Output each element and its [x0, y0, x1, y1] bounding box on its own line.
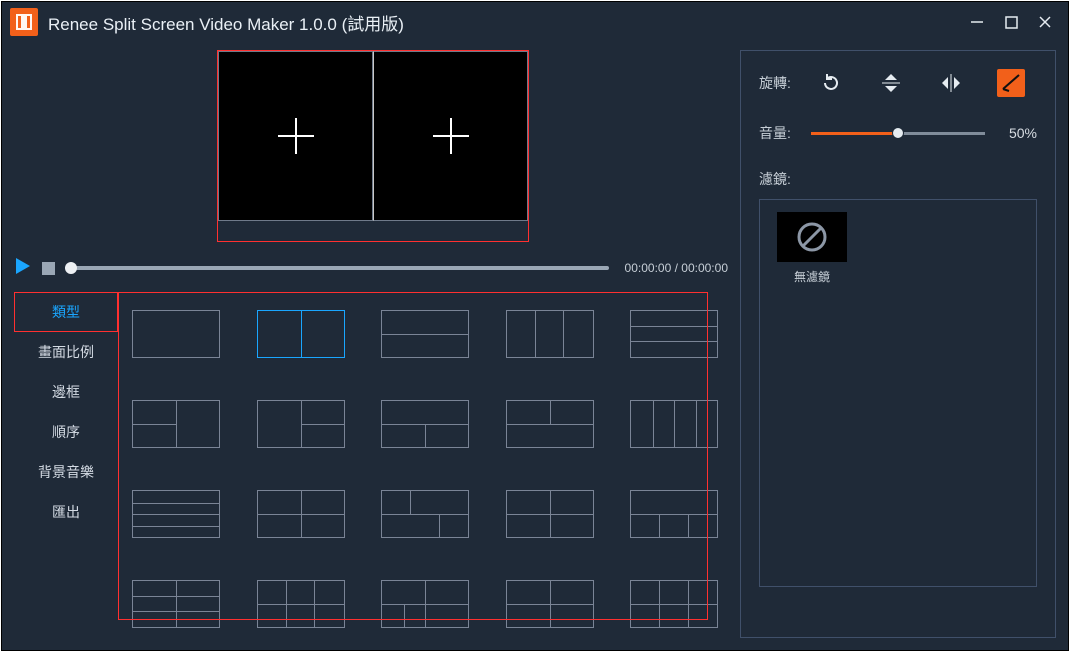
main-area: 00:00:00 / 00:00:00 類型 畫面比例 邊框 順序 背景音樂 匯…	[2, 42, 1068, 650]
playback-bar: 00:00:00 / 00:00:00	[14, 250, 732, 286]
app-window: Renee Split Screen Video Maker 1.0.0 (試用…	[1, 1, 1069, 651]
right-panel: 旋轉: 音量:	[740, 50, 1056, 638]
layout-1x1[interactable]	[132, 310, 220, 358]
maximize-button[interactable]	[1002, 13, 1020, 31]
layout-picker	[118, 292, 732, 638]
volume-handle[interactable]	[892, 127, 904, 139]
tab-aspect-ratio[interactable]: 畫面比例	[14, 332, 118, 372]
tab-label: 順序	[52, 422, 80, 442]
layout-l-split-b[interactable]	[257, 400, 345, 448]
timeline-handle[interactable]	[65, 262, 77, 274]
layout-t-split-b[interactable]	[506, 400, 594, 448]
layout-3v[interactable]	[506, 310, 594, 358]
title-bar: Renee Split Screen Video Maker 1.0.0 (試用…	[2, 2, 1068, 42]
tab-border[interactable]: 邊框	[14, 372, 118, 412]
rotate-row: 旋轉:	[759, 69, 1037, 97]
lower-pane: 類型 畫面比例 邊框 順序 背景音樂 匯出	[14, 292, 732, 638]
layout-4v[interactable]	[630, 400, 718, 448]
timecode: 00:00:00 / 00:00:00	[625, 261, 728, 275]
layout-item[interactable]	[381, 580, 469, 628]
add-icon	[278, 118, 314, 154]
layout-2v[interactable]	[257, 310, 345, 358]
preview-slot-1[interactable]	[218, 51, 373, 221]
volume-fill	[811, 132, 898, 135]
tab-order[interactable]: 順序	[14, 412, 118, 452]
layout-scroll[interactable]	[118, 292, 732, 638]
layout-mixed-c[interactable]	[630, 490, 718, 538]
filter-label: 濾鏡:	[759, 169, 1037, 189]
filter-none[interactable]: 無濾鏡	[772, 212, 852, 285]
preview-highlight	[217, 50, 529, 242]
layout-mixed-b[interactable]	[506, 490, 594, 538]
tab-export[interactable]: 匯出	[14, 492, 118, 532]
layout-item[interactable]	[257, 580, 345, 628]
preview-slot-2[interactable]	[373, 51, 528, 221]
preview	[14, 50, 732, 242]
layout-item[interactable]	[132, 580, 220, 628]
app-title: Renee Split Screen Video Maker 1.0.0 (試用…	[48, 10, 968, 35]
volume-label: 音量:	[759, 123, 803, 143]
minimize-button[interactable]	[968, 13, 986, 31]
window-controls	[968, 13, 1054, 31]
filter-section: 濾鏡: 無濾鏡	[759, 169, 1037, 587]
layout-4h[interactable]	[132, 490, 220, 538]
volume-row: 音量: 50%	[759, 123, 1037, 143]
left-column: 00:00:00 / 00:00:00 類型 畫面比例 邊框 順序 背景音樂 匯…	[14, 50, 732, 638]
filter-list[interactable]: 無濾鏡	[759, 199, 1037, 587]
layout-item[interactable]	[506, 580, 594, 628]
volume-value: 50%	[999, 125, 1037, 141]
flip-vertical-button[interactable]	[877, 69, 905, 97]
flip-horizontal-button[interactable]	[937, 69, 965, 97]
filter-name: 無濾鏡	[772, 268, 852, 285]
tab-label: 背景音樂	[38, 462, 94, 482]
tab-label: 邊框	[52, 382, 80, 402]
tab-label: 畫面比例	[38, 342, 94, 362]
stop-button[interactable]	[42, 262, 55, 275]
time-current: 00:00:00	[625, 261, 672, 275]
tab-type[interactable]: 類型	[14, 292, 118, 332]
timeline-slider[interactable]	[71, 266, 609, 270]
rotate-buttons	[817, 69, 1025, 97]
close-button[interactable]	[1036, 13, 1054, 31]
volume-slider[interactable]	[811, 132, 985, 135]
tab-background-music[interactable]: 背景音樂	[14, 452, 118, 492]
layout-l-split-a[interactable]	[132, 400, 220, 448]
layout-mixed-a[interactable]	[381, 490, 469, 538]
layout-grid	[132, 310, 718, 628]
layout-t-split-a[interactable]	[381, 400, 469, 448]
sidebar-tabs: 類型 畫面比例 邊框 順序 背景音樂 匯出	[14, 292, 118, 638]
app-logo-icon	[10, 8, 38, 36]
no-filter-icon	[777, 212, 847, 262]
play-button[interactable]	[14, 257, 32, 280]
layout-item[interactable]	[630, 580, 718, 628]
time-total: 00:00:00	[681, 261, 728, 275]
tab-label: 類型	[52, 302, 80, 322]
rotate-label: 旋轉:	[759, 73, 803, 93]
layout-3h[interactable]	[630, 310, 718, 358]
add-icon	[433, 118, 469, 154]
layout-2h[interactable]	[381, 310, 469, 358]
tab-label: 匯出	[52, 502, 80, 522]
rotate-cw-button[interactable]	[817, 69, 845, 97]
crop-button[interactable]	[997, 69, 1025, 97]
layout-2x2[interactable]	[257, 490, 345, 538]
